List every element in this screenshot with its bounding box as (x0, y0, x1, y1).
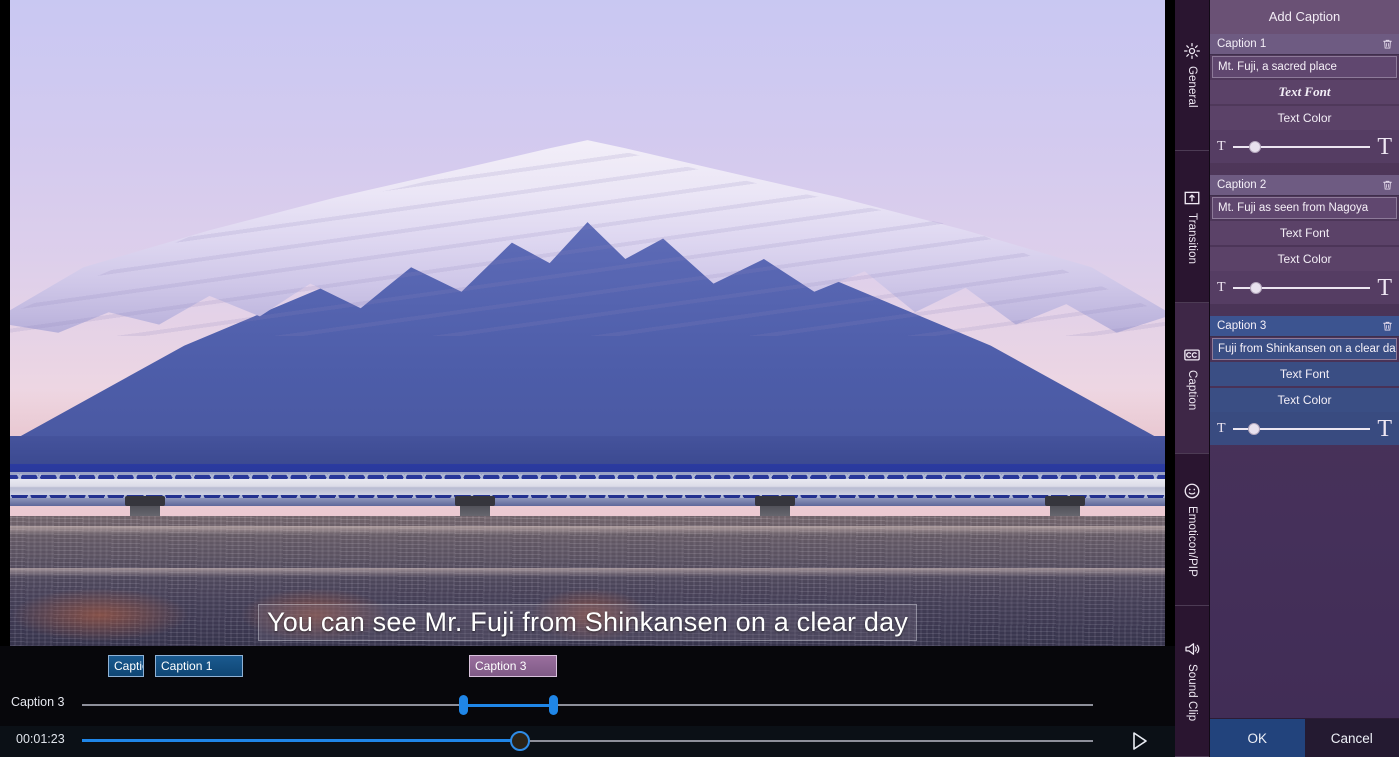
caption-title: Caption 3 (1217, 320, 1267, 332)
range-fill (468, 704, 554, 707)
caption-settings-column: Add Caption Caption 1 Mt. Fuji, a sacred… (1210, 0, 1399, 757)
tab-general-label: General (1186, 66, 1198, 109)
caption-text-input[interactable]: Mt. Fuji as seen from Nagoya (1212, 197, 1397, 219)
tab-general[interactable]: General (1175, 0, 1209, 152)
current-time-label: 00:01:23 (16, 732, 65, 746)
text-font-button[interactable]: Text Font (1210, 221, 1399, 245)
small-text-icon: T (1217, 420, 1226, 436)
caption-divider (1210, 304, 1399, 316)
dialog-buttons: OK Cancel (1210, 718, 1399, 757)
caption-title: Caption 2 (1217, 179, 1267, 191)
sound-clip-icon (1183, 640, 1201, 658)
range-row-label: Caption 3 (11, 695, 65, 709)
right-panel: General Transition Caption Emoticon/PIP … (1175, 0, 1399, 757)
font-size-slider-row: T T (1210, 271, 1399, 304)
range-track[interactable] (82, 704, 1093, 706)
caption-title: Caption 1 (1217, 38, 1267, 50)
text-font-button[interactable]: Text Font (1210, 80, 1399, 104)
railway-bridge (10, 472, 1165, 518)
scrub-handle[interactable] (510, 731, 530, 751)
preview-and-timeline: You can see Mr. Fuji from Shinkansen on … (0, 0, 1175, 757)
tab-rail: General Transition Caption Emoticon/PIP … (1175, 0, 1210, 757)
font-size-slider[interactable] (1232, 280, 1371, 296)
font-size-slider-row: T T (1210, 412, 1399, 445)
text-color-button[interactable]: Text Color (1210, 247, 1399, 271)
tab-caption[interactable]: Caption (1175, 302, 1209, 455)
panel-empty-space (1210, 582, 1399, 719)
play-button[interactable] (1127, 729, 1151, 753)
timeline-clip[interactable]: Caption 3 (469, 655, 557, 677)
scrub-progress-fill (82, 739, 520, 742)
slider-knob[interactable] (1247, 422, 1260, 435)
caption-header[interactable]: Caption 2 (1210, 175, 1399, 196)
trash-icon[interactable] (1381, 37, 1394, 51)
video-preview-stage[interactable]: You can see Mr. Fuji from Shinkansen on … (0, 0, 1175, 646)
video-caption-text: You can see Mr. Fuji from Shinkansen on … (257, 604, 918, 641)
tab-transition-label: Transition (1186, 213, 1198, 265)
caption-header[interactable]: Caption 1 (1210, 34, 1399, 55)
caption-block-selected: Caption 3 Fuji from Shinkansen on a clea… (1210, 316, 1399, 445)
caption-block: Caption 1 Mt. Fuji, a sacred place Text … (1210, 34, 1399, 163)
caption-range-row[interactable]: Caption 3 (0, 690, 1175, 720)
trash-icon[interactable] (1381, 178, 1394, 192)
large-text-icon: T (1377, 274, 1392, 301)
range-start-handle[interactable] (459, 695, 468, 715)
small-text-icon: T (1217, 279, 1226, 295)
caption-text-input[interactable]: Mt. Fuji, a sacred place (1212, 56, 1397, 78)
caption-clip-track[interactable]: Caption 2 Caption 1 Caption 3 (0, 646, 1175, 680)
slider-knob[interactable] (1250, 281, 1263, 294)
timeline-clip[interactable]: Caption 1 (155, 655, 243, 677)
slider-knob[interactable] (1249, 140, 1262, 153)
tab-sound-clip-label: Sound Clip (1186, 664, 1198, 722)
range-end-handle[interactable] (549, 695, 558, 715)
text-font-button[interactable]: Text Font (1210, 362, 1399, 386)
large-text-icon: T (1377, 133, 1392, 160)
tab-caption-label: Caption (1186, 369, 1198, 411)
tab-emoticon-pip[interactable]: Emoticon/PIP (1175, 454, 1209, 606)
font-size-slider[interactable] (1232, 421, 1371, 437)
caption-text-input[interactable]: Fuji from Shinkansen on a clear day (1212, 338, 1397, 360)
gear-icon (1183, 42, 1201, 60)
font-size-slider-row: T T (1210, 130, 1399, 163)
video-caption-overlay: You can see Mr. Fuji from Shinkansen on … (10, 604, 1165, 641)
transition-icon (1183, 189, 1201, 207)
caption-block: Caption 2 Mt. Fuji as seen from Nagoya T… (1210, 175, 1399, 304)
caption-divider (1210, 163, 1399, 175)
caption-list: Caption 1 Mt. Fuji, a sacred place Text … (1210, 34, 1399, 582)
text-color-button[interactable]: Text Color (1210, 388, 1399, 412)
sand-streak (10, 568, 1165, 577)
ok-button[interactable]: OK (1210, 719, 1305, 757)
trash-icon[interactable] (1381, 319, 1394, 333)
emoticon-icon (1183, 482, 1201, 500)
shinkansen-train (10, 479, 1165, 495)
tab-sound-clip[interactable]: Sound Clip (1175, 606, 1209, 757)
font-size-slider[interactable] (1232, 139, 1371, 155)
timeline-clip[interactable]: Caption 2 (108, 655, 144, 677)
caption-header[interactable]: Caption 3 (1210, 316, 1399, 337)
tab-transition[interactable]: Transition (1175, 151, 1209, 303)
add-caption-button[interactable]: Add Caption (1210, 0, 1399, 34)
sand-streak (10, 526, 1165, 535)
video-frame: You can see Mr. Fuji from Shinkansen on … (10, 0, 1165, 646)
large-text-icon: T (1377, 415, 1392, 442)
small-text-icon: T (1217, 138, 1226, 154)
timeline: Caption 2 Caption 1 Caption 3 Caption 3 … (0, 646, 1175, 757)
scrubber-row[interactable]: 00:01:23 (0, 726, 1175, 757)
text-color-button[interactable]: Text Color (1210, 106, 1399, 130)
bridge-deck (10, 498, 1165, 506)
tab-emoticon-pip-label: Emoticon/PIP (1186, 505, 1198, 577)
cancel-button[interactable]: Cancel (1304, 719, 1399, 757)
cc-icon (1183, 346, 1201, 364)
caption-editor-window: You can see Mr. Fuji from Shinkansen on … (0, 0, 1399, 757)
